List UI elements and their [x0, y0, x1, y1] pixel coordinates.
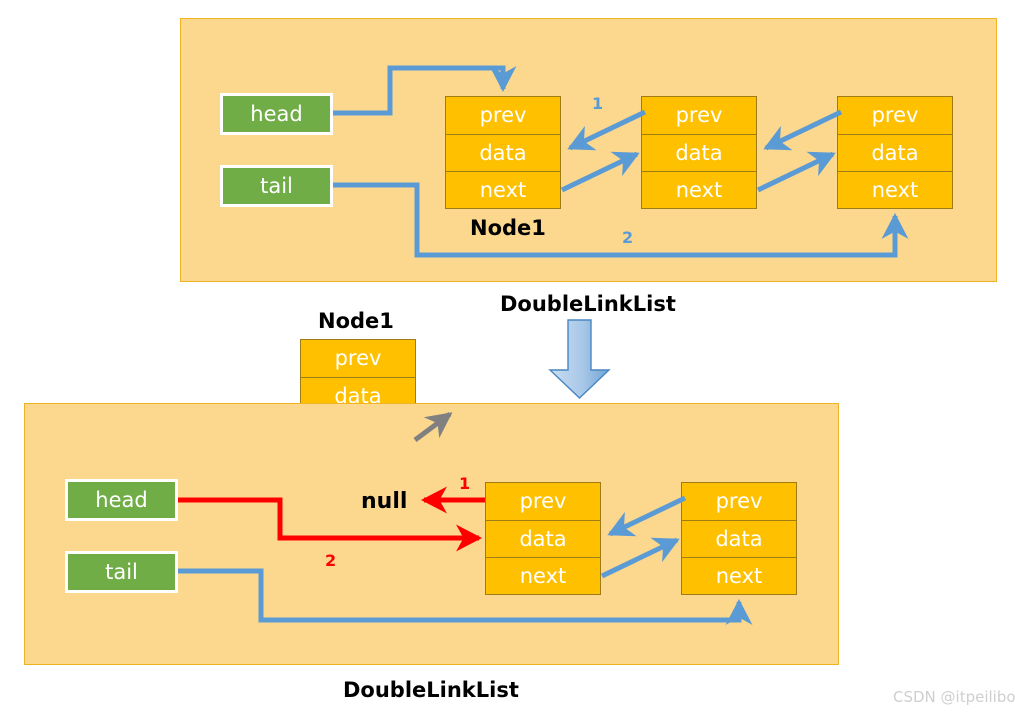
- bottom-annotation-1: 1: [459, 474, 471, 493]
- bottom-node-2: prev data next: [681, 482, 797, 595]
- bottom-node-1-next: next: [486, 557, 600, 594]
- bottom-tail-label: tail: [105, 560, 138, 584]
- bottom-node-2-next: next: [682, 557, 796, 594]
- top-tail-pointer-box: tail: [220, 165, 333, 207]
- top-head-label: head: [250, 102, 303, 126]
- top-node-2: prev data next: [641, 96, 757, 209]
- top-annotation-2: 2: [622, 228, 634, 247]
- top-node-1: prev data next: [445, 96, 561, 209]
- bottom-node-1-prev: prev: [519, 489, 567, 513]
- bottom-node-1-data: data: [486, 520, 600, 557]
- bottom-null-label: null: [361, 489, 408, 514]
- top-node-2-next: next: [642, 171, 756, 208]
- bottom-node-1: prev data next: [485, 482, 601, 595]
- top-node-3-prev: prev: [871, 103, 919, 127]
- top-node-3-data: data: [838, 134, 952, 171]
- top-node-2-prev: prev: [675, 103, 723, 127]
- top-node1-caption: Node1: [470, 216, 546, 240]
- top-annotation-1: 1: [592, 94, 604, 113]
- top-tail-label: tail: [260, 174, 293, 198]
- top-node-3-next: next: [838, 171, 952, 208]
- top-panel-caption: DoubleLinkList: [500, 292, 676, 316]
- watermark: CSDN @itpeilibo: [893, 688, 1015, 706]
- detached-node-prev: prev: [334, 346, 382, 370]
- diagram-canvas: head tail prev data next prev data next …: [0, 0, 1015, 714]
- bottom-head-pointer-box: head: [65, 479, 178, 521]
- bottom-node-2-data: data: [682, 520, 796, 557]
- bottom-head-label: head: [95, 488, 148, 512]
- bottom-node-2-prev: prev: [715, 489, 763, 513]
- detached-node1-caption: Node1: [318, 309, 394, 333]
- bottom-annotation-2: 2: [325, 551, 337, 570]
- bottom-panel-caption: DoubleLinkList: [343, 678, 519, 702]
- top-head-pointer-box: head: [220, 93, 333, 135]
- top-node-2-data: data: [642, 134, 756, 171]
- transition-down-arrow: [548, 319, 611, 399]
- top-node-3: prev data next: [837, 96, 953, 209]
- bottom-tail-pointer-box: tail: [65, 551, 178, 593]
- top-node-1-next: next: [446, 171, 560, 208]
- top-node-1-prev: prev: [479, 103, 527, 127]
- top-node-1-data: data: [446, 134, 560, 171]
